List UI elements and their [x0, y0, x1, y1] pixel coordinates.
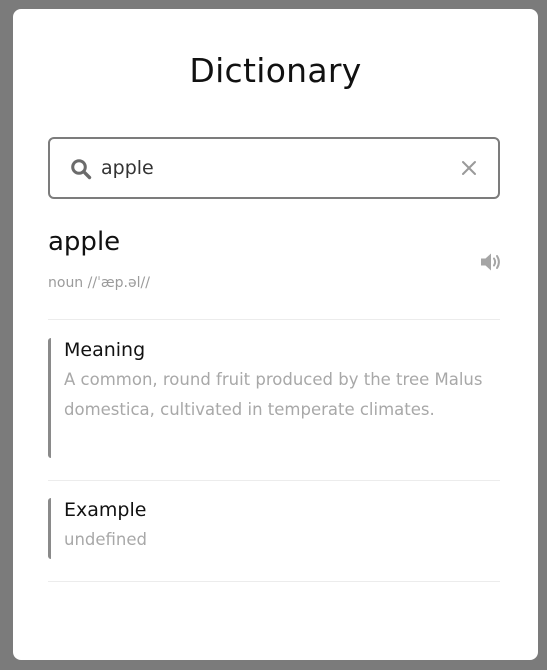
- meaning-heading: Meaning: [64, 339, 146, 361]
- meaning-section: Meaning A common, round fruit produced b…: [48, 338, 498, 458]
- example-heading: Example: [64, 499, 147, 521]
- dictionary-card: Dictionary apple noun //ˈæp.əl// Meaning…: [13, 9, 538, 660]
- example-section: Example undefined: [48, 498, 498, 559]
- example-text: undefined: [64, 529, 148, 549]
- divider: [48, 581, 500, 582]
- speaker-icon[interactable]: [479, 251, 503, 273]
- divider: [48, 319, 500, 320]
- close-icon[interactable]: [460, 159, 478, 177]
- search-icon: [70, 158, 92, 180]
- search-input[interactable]: [101, 151, 441, 185]
- phonetic-text: noun //ˈæp.əl//: [48, 275, 150, 291]
- page-title: Dictionary: [189, 51, 362, 90]
- word-heading: apple: [48, 227, 121, 257]
- divider: [48, 480, 500, 481]
- meaning-text: A common, round fruit produced by the tr…: [64, 369, 483, 419]
- search-box: [48, 137, 500, 199]
